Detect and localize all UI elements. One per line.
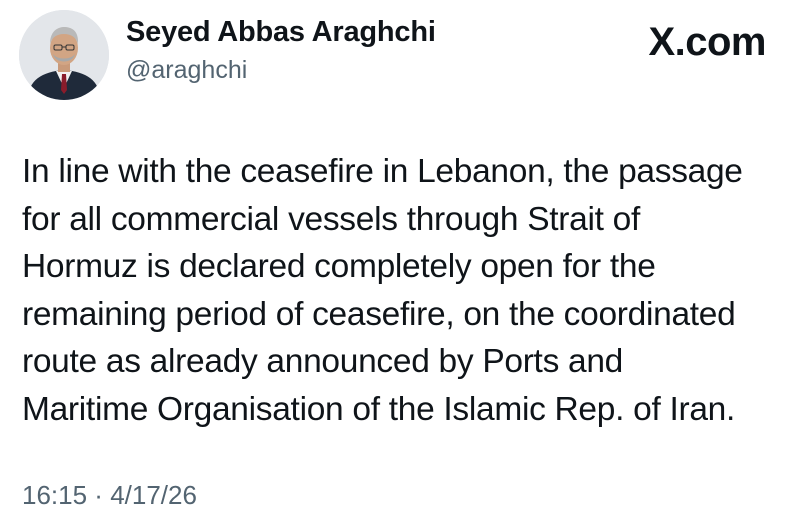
timestamp-separator: · <box>87 480 111 510</box>
tweet-date: 4/17/26 <box>110 480 197 510</box>
author-handle[interactable]: @araghchi <box>126 56 247 85</box>
author-display-name[interactable]: Seyed Abbas Araghchi <box>126 16 436 49</box>
profile-photo-icon <box>19 10 109 100</box>
tweet-line: route as already announced by Ports and <box>22 343 624 380</box>
tweet-text: In line with the ceasefire in Lebanon, t… <box>22 148 792 433</box>
tweet-line: In line with the ceasefire in Lebanon, t… <box>22 153 743 190</box>
x-com-logo: X.com <box>648 20 766 64</box>
avatar[interactable] <box>19 10 109 100</box>
tweet-line: Hormuz is declared completely open for t… <box>22 248 656 285</box>
tweet-line: remaining period of ceasefire, on the co… <box>22 295 736 333</box>
tweet-timestamp[interactable]: 16:15 · 4/17/26 <box>22 480 197 511</box>
tweet-line: Maritime Organisation of the Islamic Rep… <box>22 390 735 428</box>
tweet-line: for all commercial vessels through Strai… <box>22 200 640 238</box>
tweet-time: 16:15 <box>22 480 88 510</box>
